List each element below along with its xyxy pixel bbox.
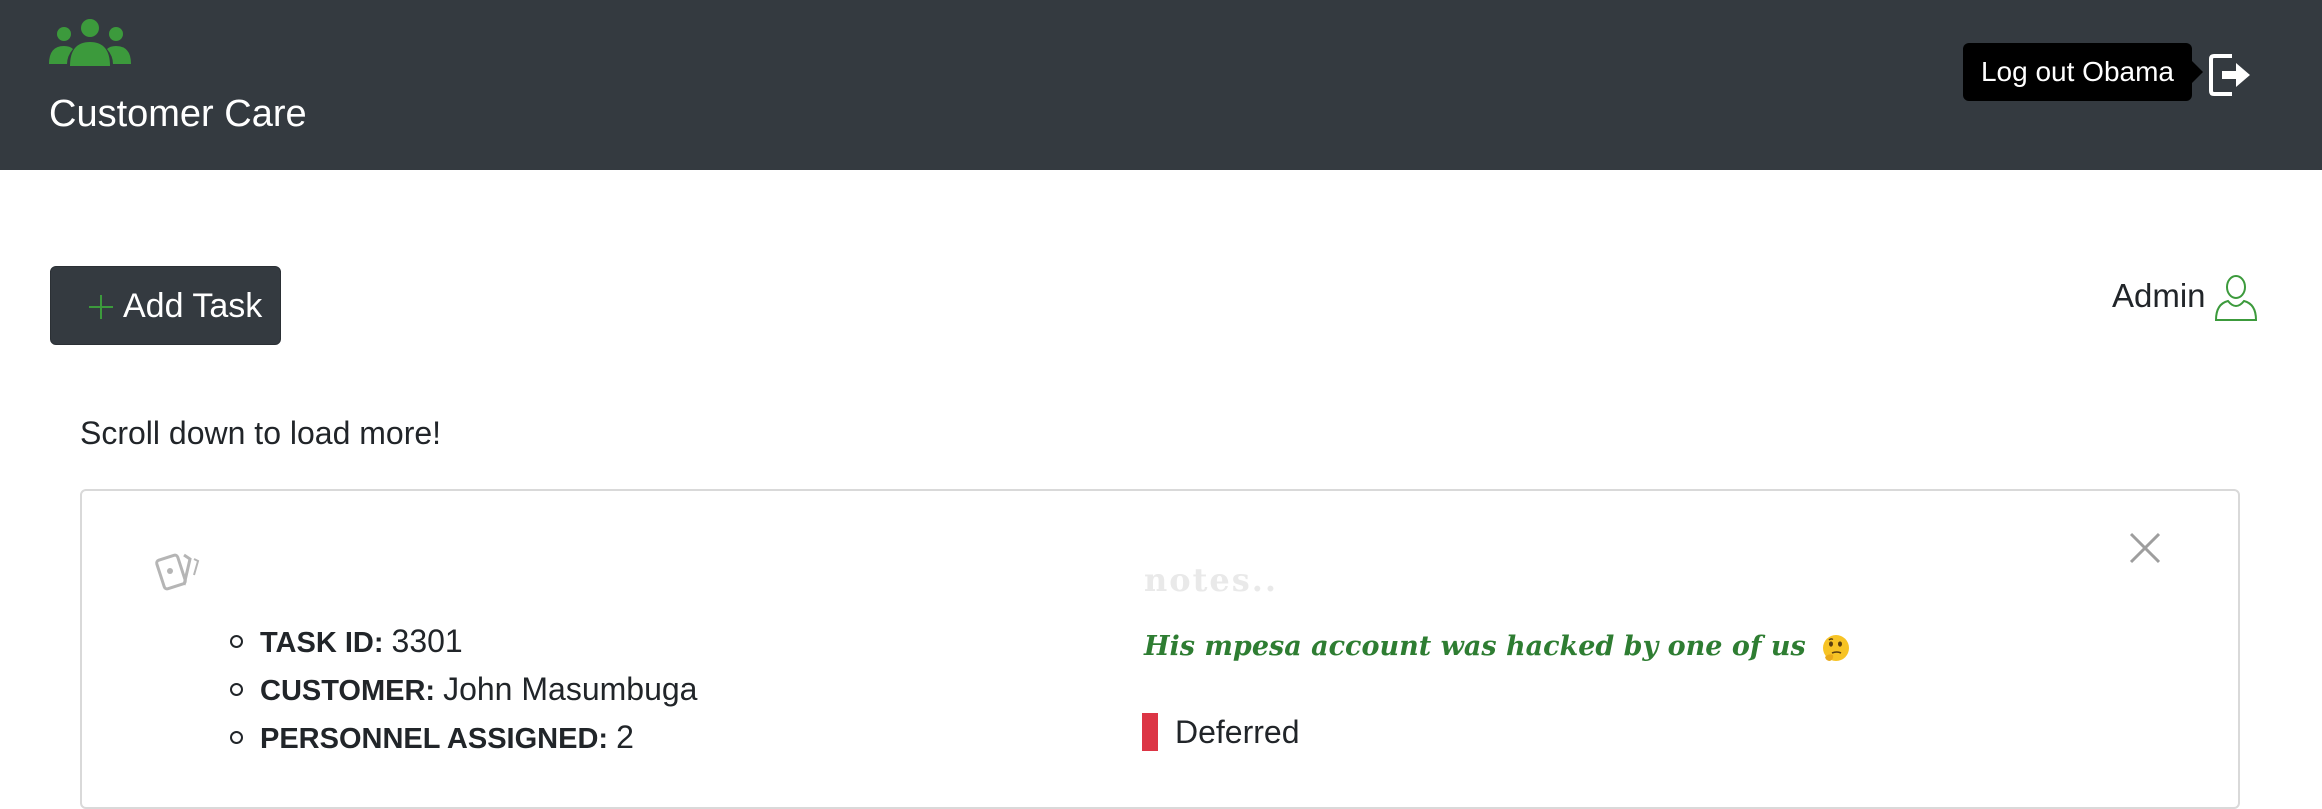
status-indicator [1142,713,1158,751]
user-outline-icon[interactable] [2214,274,2258,322]
status-label: Deferred [1175,714,1300,750]
cards-icon [155,553,200,591]
notes-content: His mpesa account was hacked by one of u… [1144,631,1806,662]
logout-tooltip: Log out Obama [1963,43,2192,101]
thinking-face-icon [1823,634,1850,661]
role-label: Admin [2112,277,2206,314]
tooltip-arrow [2192,61,2203,83]
add-task-label: Add Task [123,287,263,325]
task-notes[interactable]: His mpesa account was hacked by one of u… [1144,631,1851,663]
list-item-personnel: PERSONNEL ASSIGNED: 2 [230,713,697,761]
field-value: John Masumbuga [443,671,698,707]
field-label: TASK ID: [260,627,384,659]
bullet [230,731,243,744]
top-navbar: Customer Care Log out Obama [0,0,2322,170]
field-value: 2 [616,719,634,755]
field-label: CUSTOMER: [260,675,436,707]
list-item-task-id: TASK ID: 3301 [230,617,697,665]
users-group-icon [49,19,131,66]
add-task-button[interactable]: Add Task [50,266,281,345]
plus-icon [89,295,113,319]
field-value: 3301 [391,623,463,659]
bullet [230,683,243,696]
bullet [230,635,243,648]
field-label: PERSONNEL ASSIGNED: [260,723,609,755]
list-item-customer: CUSTOMER: John Masumbuga [230,665,697,713]
scroll-hint: Scroll down to load more! [80,415,442,451]
logout-icon[interactable] [2208,52,2252,98]
task-info-list: TASK ID: 3301 CUSTOMER: John Masumbuga PER… [230,617,697,761]
task-card: TASK ID: 3301 CUSTOMER: John Masumbuga PER… [80,489,2240,809]
close-icon[interactable] [2128,531,2162,565]
notes-placeholder[interactable]: notes.. [1144,561,1278,599]
app-title: Customer Care [49,93,307,135]
